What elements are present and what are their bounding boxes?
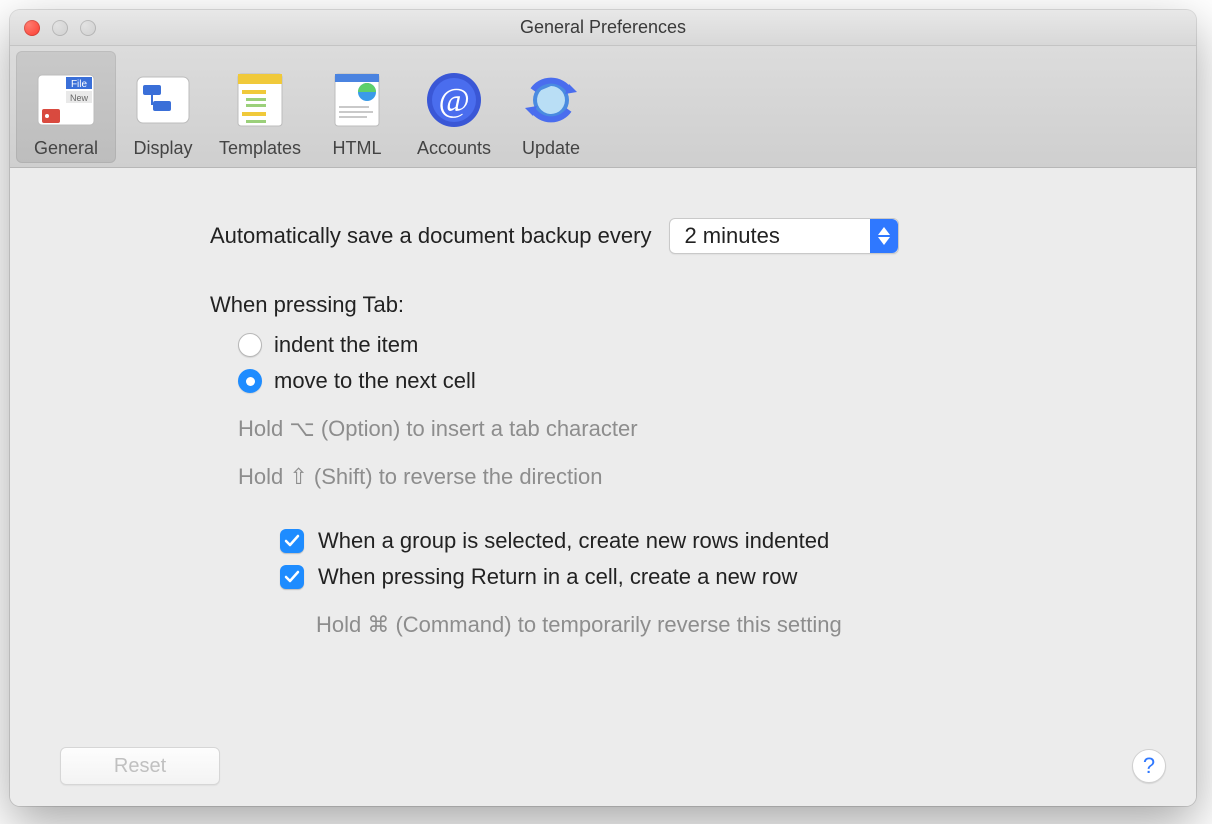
radio-indent-item[interactable]: indent the item [238,332,1156,358]
reset-button[interactable]: Reset [60,747,220,785]
templates-icon [230,70,290,130]
help-button[interactable]: ? [1132,749,1166,783]
radio-next-cell[interactable]: move to the next cell [238,368,1156,394]
toolbar-tab-html[interactable]: HTML [314,51,400,163]
select-stepper-icon [870,219,898,253]
toolbar-tab-update[interactable]: Update [508,51,594,163]
hint-command: Hold ⌘ (Command) to temporarily reverse … [210,612,1156,638]
window-title: General Preferences [10,17,1196,38]
toolbar-label: General [34,138,98,159]
toolbar: File New General Display [10,46,1196,168]
hint-shift: Hold ⇧ (Shift) to reverse the direction [210,464,1156,490]
radio-icon [238,333,262,357]
titlebar: General Preferences [10,10,1196,46]
radio-label: indent the item [274,332,418,358]
tab-heading: When pressing Tab: [210,292,1156,318]
checkbox-checked-icon [280,529,304,553]
preferences-window: General Preferences File New General [10,10,1196,806]
toolbar-label: Accounts [417,138,491,159]
backup-row: Automatically save a document backup eve… [210,218,1156,254]
html-icon [327,70,387,130]
toolbar-label: HTML [333,138,382,159]
checkbox-label: When pressing Return in a cell, create a… [318,564,797,590]
toolbar-tab-display[interactable]: Display [120,51,206,163]
toolbar-tab-general[interactable]: File New General [16,51,116,163]
zoom-icon[interactable] [80,20,96,36]
close-icon[interactable] [24,20,40,36]
accounts-icon: @ [424,70,484,130]
checkbox-label: When a group is selected, create new row… [318,528,829,554]
minimize-icon[interactable] [52,20,68,36]
radio-label: move to the next cell [274,368,476,394]
backup-value: 2 minutes [684,223,779,249]
radio-icon [238,369,262,393]
checkbox-checked-icon [280,565,304,589]
checkbox-return-row[interactable]: When pressing Return in a cell, create a… [280,564,1156,590]
backup-label: Automatically save a document backup eve… [210,223,651,249]
svg-text:File: File [71,79,88,90]
backup-interval-select[interactable]: 2 minutes [669,218,899,254]
toolbar-label: Templates [219,138,301,159]
general-icon: File New [36,70,96,130]
hint-option: Hold ⌥ (Option) to insert a tab characte… [210,416,1156,442]
display-icon [133,70,193,130]
traffic-lights [24,20,96,36]
content-area: Automatically save a document backup eve… [10,168,1196,806]
svg-text:New: New [70,93,89,103]
checkbox-group: When a group is selected, create new row… [210,528,1156,590]
update-icon [521,70,581,130]
toolbar-tab-accounts[interactable]: @ Accounts [404,51,504,163]
svg-text:@: @ [438,82,469,119]
toolbar-label: Update [522,138,580,159]
toolbar-tab-templates[interactable]: Templates [210,51,310,163]
toolbar-label: Display [133,138,192,159]
footer: Reset ? [10,726,1196,806]
checkbox-group-rows[interactable]: When a group is selected, create new row… [280,528,1156,554]
tab-radio-group: indent the item move to the next cell [210,332,1156,394]
